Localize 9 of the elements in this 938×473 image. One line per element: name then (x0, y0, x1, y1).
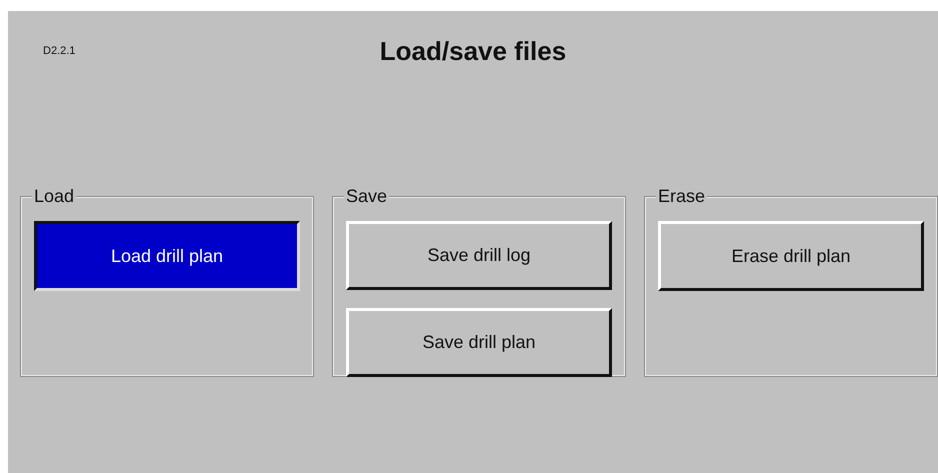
action-button[interactable]: Save drill plan (346, 308, 612, 377)
screen-title: Load/save files (380, 35, 566, 67)
action-button[interactable]: Save drill log (346, 221, 612, 290)
group-label: Erase (656, 187, 708, 205)
selected-action-button[interactable]: Load drill plan (34, 221, 300, 291)
screen-code: D2.2.1 (43, 45, 76, 57)
group-label: Load (32, 187, 76, 205)
action-button[interactable]: Erase drill plan (658, 221, 924, 291)
group-label: Save (344, 187, 390, 205)
